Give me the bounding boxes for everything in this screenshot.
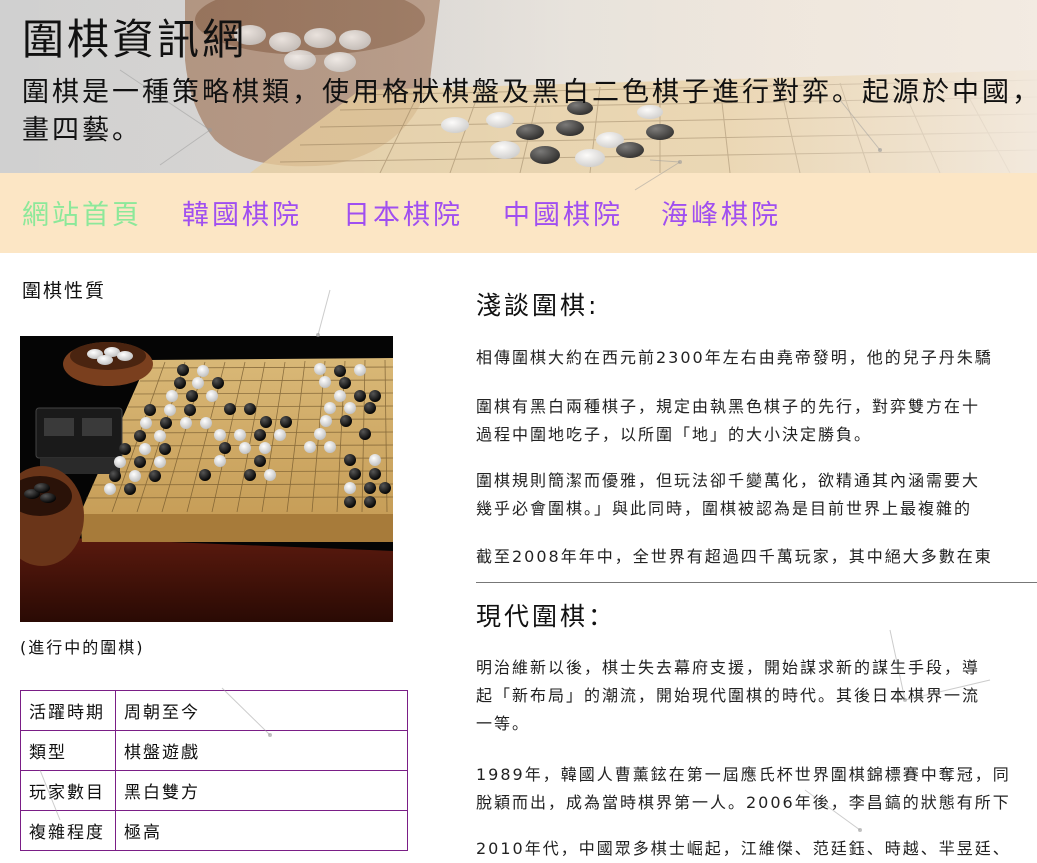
paragraph: 2010年代，中國眾多棋士崛起，江維傑、范廷鈺、時越、羋昱廷、 (476, 835, 1037, 863)
paragraph: 截至2008年年中，全世界有超過四千萬玩家，其中絕大多數在東 (476, 543, 1037, 571)
nav-link-china-qiyuan[interactable]: 中國棋院 (503, 193, 623, 232)
table-key: 複雜程度 (20, 810, 116, 851)
paragraph-line: 截至2008年年中，全世界有超過四千萬玩家，其中絕大多數在東 (476, 547, 993, 566)
paragraph: 圍棋有黑白兩種棋子，規定由執黑色棋子的先行，對弈雙方在十 過程中圍地吃子，以所圍… (476, 393, 1037, 449)
paragraph: 圍棋規則簡潔而優雅，但玩法卻千變萬化，欲精通其內涵需要大 幾乎必會圍棋。」與此同… (476, 467, 1037, 523)
section-title-modern: 現代圍棋： (476, 602, 617, 631)
nav-link-haifeng-qiyuan[interactable]: 海峰棋院 (661, 193, 781, 232)
sidebar-title: 圍棋性質 (22, 280, 107, 302)
section-title-intro: 淺談圍棋: (476, 291, 600, 320)
site-description-line: 畫四藝。 (22, 115, 142, 146)
table-value: 周朝至今 (115, 690, 408, 731)
table-key: 活躍時期 (20, 690, 116, 731)
nav-link-home[interactable]: 網站首頁 (22, 193, 142, 232)
paragraph-line: 明治維新以後，棋士失去幕府支援，開始謀求新的謀生手段，導 (476, 658, 981, 677)
paragraph-line: 圍棋規則簡潔而優雅，但玩法卻千變萬化，欲精通其內涵需要大 (476, 471, 981, 490)
table-value: 黑白雙方 (115, 770, 408, 811)
site-description-line: 圍棋是一種策略棋類，使用格狀棋盤及黑白二色棋子進行對弈。起源於中國， (22, 77, 1037, 108)
go-game-photo (20, 336, 393, 622)
paragraph: 相傳圍棋大約在西元前2300年左右由堯帝發明，他的兒子丹朱驕 (476, 344, 1037, 372)
nav-link-korea-baduk-association[interactable]: 韓國棋院 (182, 193, 302, 232)
paragraph-line: 一等。 (476, 714, 531, 733)
site-title: 圍棋資訊網 (22, 15, 248, 64)
site-description: 圍棋是一種策略棋類，使用格狀棋盤及黑白二色棋子進行對弈。起源於中國， 畫四藝。 (22, 74, 1037, 150)
nav-link-nihon-ki-in[interactable]: 日本棋院 (343, 193, 463, 232)
paragraph-line: 起「新布局」的潮流，開始現代圍棋的時代。其後日本棋界一流 (476, 686, 981, 705)
table-row: 複雜程度 極高 (20, 810, 408, 851)
image-caption: (進行中的圍棋) (20, 638, 145, 657)
table-key: 玩家數目 (20, 770, 116, 811)
go-info-table: 活躍時期 周朝至今 類型 棋盤遊戲 玩家數目 黑白雙方 複雜程度 極高 (20, 690, 408, 851)
table-value: 棋盤遊戲 (115, 730, 408, 771)
section-divider (476, 582, 1037, 583)
paragraph-line: 幾乎必會圍棋。」與此同時，圍棋被認為是目前世界上最複雜的 (476, 499, 973, 518)
paragraph-line: 脫穎而出，成為當時棋界第一人。2006年後，李昌鎬的狀態有所下 (476, 793, 1011, 812)
paragraph-line: 圍棋有黑白兩種棋子，規定由執黑色棋子的先行，對弈雙方在十 (476, 397, 981, 416)
paragraph-line: 相傳圍棋大約在西元前2300年左右由堯帝發明，他的兒子丹朱驕 (476, 348, 993, 367)
site-header: 圍棋資訊網 圍棋是一種策略棋類，使用格狀棋盤及黑白二色棋子進行對弈。起源於中國，… (0, 0, 1037, 173)
paragraph-line: 過程中圍地吃子，以所圍「地」的大小決定勝負。 (476, 425, 873, 444)
paragraph-line: 1989年，韓國人曹薰鉉在第一屆應氏杯世界圍棋錦標賽中奪冠，同 (476, 765, 1011, 784)
paragraph-line: 2010年代，中國眾多棋士崛起，江維傑、范廷鈺、時越、羋昱廷、 (476, 839, 1011, 858)
table-row: 玩家數目 黑白雙方 (20, 770, 408, 811)
paragraph: 明治維新以後，棋士失去幕府支援，開始謀求新的謀生手段，導 起「新布局」的潮流，開… (476, 654, 1037, 738)
main-navigation: 網站首頁 韓國棋院 日本棋院 中國棋院 海峰棋院 (0, 173, 1037, 253)
table-value: 極高 (115, 810, 408, 851)
paragraph: 1989年，韓國人曹薰鉉在第一屆應氏杯世界圍棋錦標賽中奪冠，同 脫穎而出，成為當… (476, 761, 1037, 817)
table-key: 類型 (20, 730, 116, 771)
table-row: 類型 棋盤遊戲 (20, 730, 408, 771)
table-row: 活躍時期 周朝至今 (20, 690, 408, 731)
